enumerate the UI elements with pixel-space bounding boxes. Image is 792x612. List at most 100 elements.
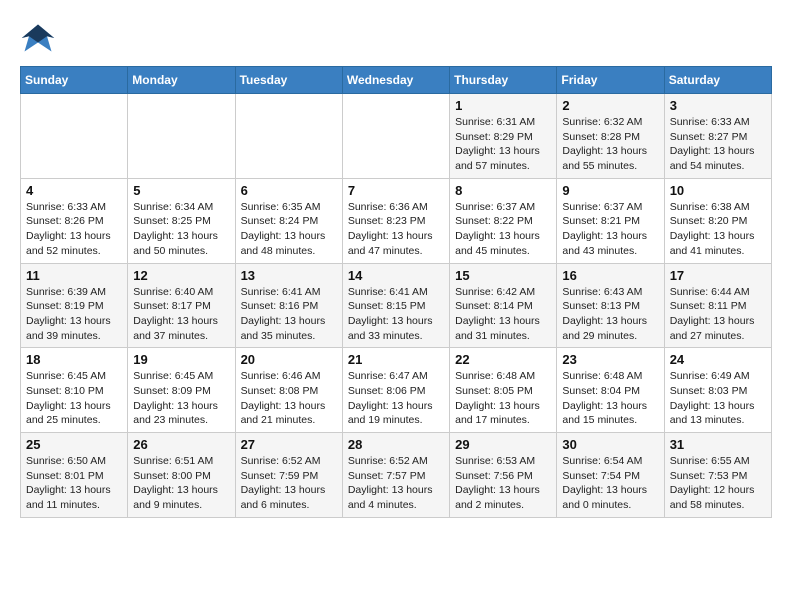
calendar-cell: 3 Sunrise: 6:33 AMSunset: 8:27 PMDaylight… [664, 94, 771, 179]
day-number: 12 [133, 268, 229, 283]
day-number: 5 [133, 183, 229, 198]
calendar-cell [128, 94, 235, 179]
calendar-table: SundayMondayTuesdayWednesdayThursdayFrid… [20, 66, 772, 518]
weekday-header: Friday [557, 67, 664, 94]
day-info: Sunrise: 6:50 AMSunset: 8:01 PMDaylight:… [26, 454, 122, 513]
day-info: Sunrise: 6:52 AMSunset: 7:59 PMDaylight:… [241, 454, 337, 513]
calendar-cell: 8 Sunrise: 6:37 AMSunset: 8:22 PMDaylight… [450, 178, 557, 263]
day-info: Sunrise: 6:48 AMSunset: 8:04 PMDaylight:… [562, 369, 658, 428]
day-info: Sunrise: 6:45 AMSunset: 8:10 PMDaylight:… [26, 369, 122, 428]
day-info: Sunrise: 6:40 AMSunset: 8:17 PMDaylight:… [133, 285, 229, 344]
day-info: Sunrise: 6:48 AMSunset: 8:05 PMDaylight:… [455, 369, 551, 428]
calendar-cell: 23 Sunrise: 6:48 AMSunset: 8:04 PMDayligh… [557, 348, 664, 433]
calendar-cell: 27 Sunrise: 6:52 AMSunset: 7:59 PMDayligh… [235, 433, 342, 518]
weekday-header: Tuesday [235, 67, 342, 94]
calendar-cell: 18 Sunrise: 6:45 AMSunset: 8:10 PMDayligh… [21, 348, 128, 433]
day-number: 1 [455, 98, 551, 113]
day-info: Sunrise: 6:37 AMSunset: 8:22 PMDaylight:… [455, 200, 551, 259]
day-number: 23 [562, 352, 658, 367]
calendar-cell: 15 Sunrise: 6:42 AMSunset: 8:14 PMDayligh… [450, 263, 557, 348]
calendar-cell: 19 Sunrise: 6:45 AMSunset: 8:09 PMDayligh… [128, 348, 235, 433]
day-number: 14 [348, 268, 444, 283]
calendar-week: 1 Sunrise: 6:31 AMSunset: 8:29 PMDaylight… [21, 94, 772, 179]
calendar-cell: 7Sunrise: 6:36 AMSunset: 8:23 PMDaylight… [342, 178, 449, 263]
weekday-header: Sunday [21, 67, 128, 94]
day-number: 9 [562, 183, 658, 198]
day-number: 28 [348, 437, 444, 452]
day-number: 27 [241, 437, 337, 452]
day-number: 24 [670, 352, 766, 367]
calendar-cell: 5 Sunrise: 6:34 AMSunset: 8:25 PMDaylight… [128, 178, 235, 263]
logo [20, 20, 60, 56]
weekday-header: Thursday [450, 67, 557, 94]
day-number: 8 [455, 183, 551, 198]
day-info: Sunrise: 6:36 AMSunset: 8:23 PMDaylight:… [348, 200, 444, 259]
day-info: Sunrise: 6:32 AMSunset: 8:28 PMDaylight:… [562, 115, 658, 174]
day-number: 21 [348, 352, 444, 367]
calendar-week: 25 Sunrise: 6:50 AMSunset: 8:01 PMDayligh… [21, 433, 772, 518]
calendar-cell: 30 Sunrise: 6:54 AMSunset: 7:54 PMDayligh… [557, 433, 664, 518]
calendar-cell [342, 94, 449, 179]
day-info: Sunrise: 6:49 AMSunset: 8:03 PMDaylight:… [670, 369, 766, 428]
calendar-cell: 20 Sunrise: 6:46 AMSunset: 8:08 PMDayligh… [235, 348, 342, 433]
day-number: 3 [670, 98, 766, 113]
day-number: 25 [26, 437, 122, 452]
calendar-cell: 14 Sunrise: 6:41 AMSunset: 8:15 PMDayligh… [342, 263, 449, 348]
day-info: Sunrise: 6:45 AMSunset: 8:09 PMDaylight:… [133, 369, 229, 428]
calendar-cell: 29Sunrise: 6:53 AMSunset: 7:56 PMDayligh… [450, 433, 557, 518]
calendar-cell: 13Sunrise: 6:41 AMSunset: 8:16 PMDayligh… [235, 263, 342, 348]
calendar-cell: 26Sunrise: 6:51 AMSunset: 8:00 PMDayligh… [128, 433, 235, 518]
logo-icon [20, 20, 56, 56]
calendar-cell: 1 Sunrise: 6:31 AMSunset: 8:29 PMDaylight… [450, 94, 557, 179]
day-info: Sunrise: 6:33 AMSunset: 8:26 PMDaylight:… [26, 200, 122, 259]
weekday-header: Wednesday [342, 67, 449, 94]
weekday-row: SundayMondayTuesdayWednesdayThursdayFrid… [21, 67, 772, 94]
day-info: Sunrise: 6:46 AMSunset: 8:08 PMDaylight:… [241, 369, 337, 428]
weekday-header: Monday [128, 67, 235, 94]
calendar-week: 18 Sunrise: 6:45 AMSunset: 8:10 PMDayligh… [21, 348, 772, 433]
day-number: 30 [562, 437, 658, 452]
day-info: Sunrise: 6:55 AMSunset: 7:53 PMDaylight:… [670, 454, 766, 513]
day-number: 11 [26, 268, 122, 283]
day-info: Sunrise: 6:33 AMSunset: 8:27 PMDaylight:… [670, 115, 766, 174]
day-info: Sunrise: 6:34 AMSunset: 8:25 PMDaylight:… [133, 200, 229, 259]
day-number: 6 [241, 183, 337, 198]
calendar-cell: 16Sunrise: 6:43 AMSunset: 8:13 PMDayligh… [557, 263, 664, 348]
day-number: 18 [26, 352, 122, 367]
calendar-header: SundayMondayTuesdayWednesdayThursdayFrid… [21, 67, 772, 94]
day-info: Sunrise: 6:42 AMSunset: 8:14 PMDaylight:… [455, 285, 551, 344]
day-number: 15 [455, 268, 551, 283]
calendar-cell [235, 94, 342, 179]
day-info: Sunrise: 6:52 AMSunset: 7:57 PMDaylight:… [348, 454, 444, 513]
day-number: 16 [562, 268, 658, 283]
day-info: Sunrise: 6:41 AMSunset: 8:16 PMDaylight:… [241, 285, 337, 344]
day-info: Sunrise: 6:41 AMSunset: 8:15 PMDaylight:… [348, 285, 444, 344]
day-info: Sunrise: 6:39 AMSunset: 8:19 PMDaylight:… [26, 285, 122, 344]
day-info: Sunrise: 6:53 AMSunset: 7:56 PMDaylight:… [455, 454, 551, 513]
calendar-week: 11 Sunrise: 6:39 AMSunset: 8:19 PMDayligh… [21, 263, 772, 348]
calendar-cell: 31Sunrise: 6:55 AMSunset: 7:53 PMDayligh… [664, 433, 771, 518]
calendar-week: 4 Sunrise: 6:33 AMSunset: 8:26 PMDaylight… [21, 178, 772, 263]
day-info: Sunrise: 6:47 AMSunset: 8:06 PMDaylight:… [348, 369, 444, 428]
page-header [20, 20, 772, 56]
day-info: Sunrise: 6:31 AMSunset: 8:29 PMDaylight:… [455, 115, 551, 174]
day-number: 20 [241, 352, 337, 367]
day-number: 2 [562, 98, 658, 113]
day-number: 19 [133, 352, 229, 367]
day-number: 4 [26, 183, 122, 198]
calendar-cell: 11 Sunrise: 6:39 AMSunset: 8:19 PMDayligh… [21, 263, 128, 348]
day-number: 22 [455, 352, 551, 367]
calendar-cell: 22 Sunrise: 6:48 AMSunset: 8:05 PMDayligh… [450, 348, 557, 433]
calendar-cell: 24 Sunrise: 6:49 AMSunset: 8:03 PMDayligh… [664, 348, 771, 433]
calendar-cell [21, 94, 128, 179]
day-info: Sunrise: 6:54 AMSunset: 7:54 PMDaylight:… [562, 454, 658, 513]
calendar-cell: 25 Sunrise: 6:50 AMSunset: 8:01 PMDayligh… [21, 433, 128, 518]
calendar-cell: 9Sunrise: 6:37 AMSunset: 8:21 PMDaylight… [557, 178, 664, 263]
day-info: Sunrise: 6:44 AMSunset: 8:11 PMDaylight:… [670, 285, 766, 344]
calendar-cell: 17Sunrise: 6:44 AMSunset: 8:11 PMDayligh… [664, 263, 771, 348]
day-number: 10 [670, 183, 766, 198]
calendar-cell: 12 Sunrise: 6:40 AMSunset: 8:17 PMDayligh… [128, 263, 235, 348]
calendar-cell: 10Sunrise: 6:38 AMSunset: 8:20 PMDayligh… [664, 178, 771, 263]
calendar-cell: 2 Sunrise: 6:32 AMSunset: 8:28 PMDaylight… [557, 94, 664, 179]
calendar-cell: 21 Sunrise: 6:47 AMSunset: 8:06 PMDayligh… [342, 348, 449, 433]
